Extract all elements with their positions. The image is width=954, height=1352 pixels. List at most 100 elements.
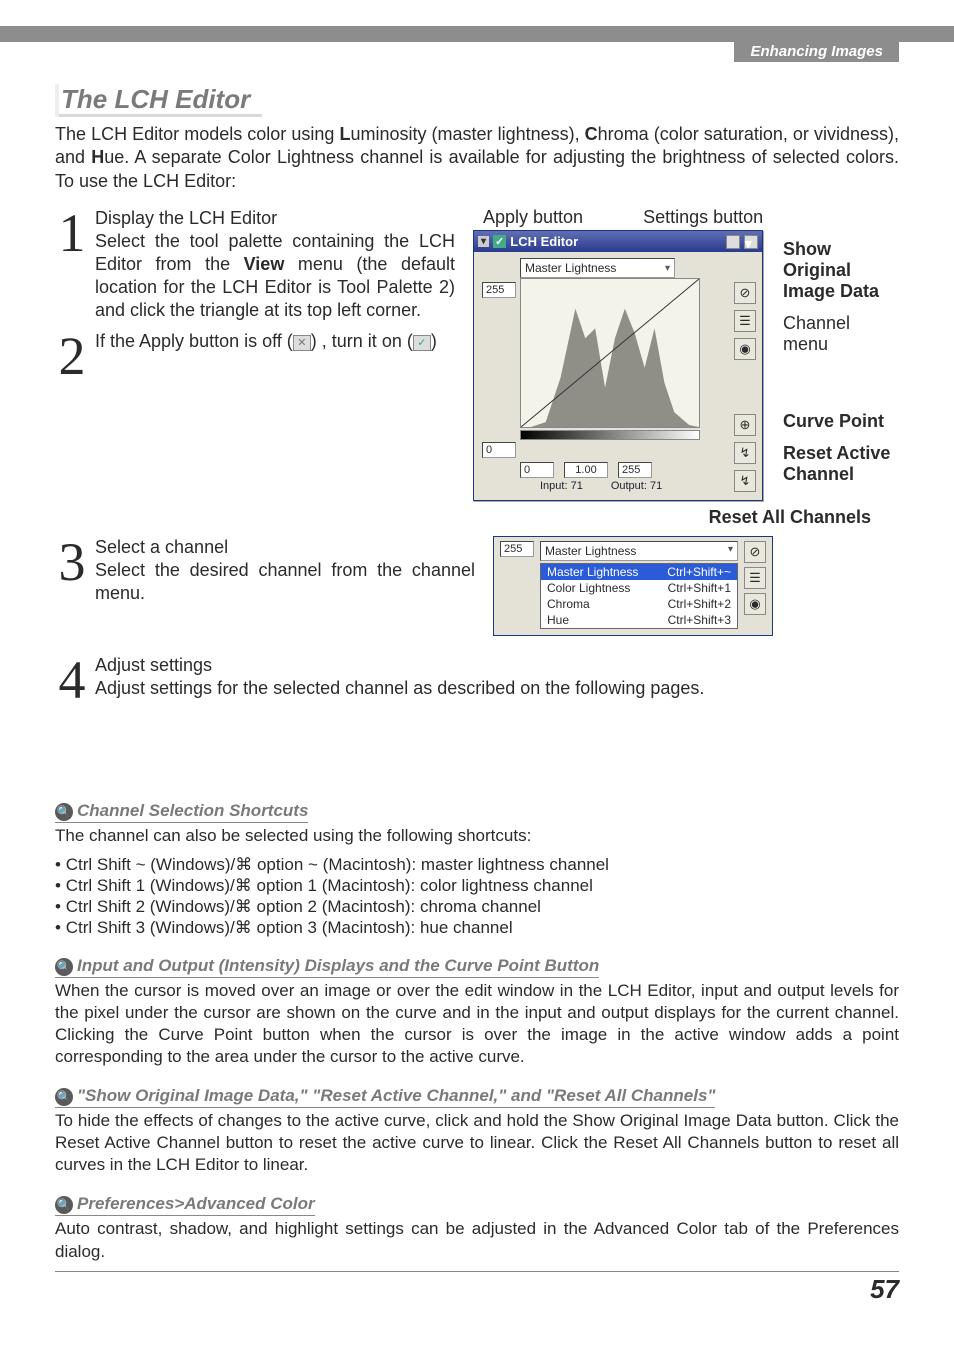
note-title: 🔍Preferences>Advanced Color xyxy=(55,1194,315,1216)
color-channel-button[interactable]: ◉ xyxy=(744,593,766,615)
channel-dropdown-closed[interactable]: Master Lightness ▾ xyxy=(540,541,738,561)
intro-text: The LCH Editor models color using xyxy=(55,124,339,144)
settings-button-label: Settings button xyxy=(643,207,763,228)
step-number: 1 xyxy=(55,207,89,254)
note-body: To hide the effects of changes to the ac… xyxy=(55,1110,899,1176)
circle-icon: ◉ xyxy=(749,596,760,612)
step-heading: Select a channel xyxy=(95,536,475,559)
dropdown-item-shortcut: Ctrl+Shift+1 xyxy=(668,581,731,595)
step-2: 2 If the Apply button is off (✕) , turn … xyxy=(55,330,455,377)
callout-curve-point: Curve Point xyxy=(783,411,884,431)
note-title: 🔍Input and Output (Intensity) Displays a… xyxy=(55,956,599,978)
step-heading: If the Apply button is off ( xyxy=(95,331,293,351)
magnifier-icon: 🔍 xyxy=(55,803,73,821)
note-title-text: Preferences>Advanced Color xyxy=(77,1194,315,1213)
apply-button-label: Apply button xyxy=(483,207,583,228)
channel-menu-button[interactable]: ☰ xyxy=(744,567,766,589)
range-gamma[interactable]: 1.00 xyxy=(564,462,608,478)
intro-paragraph: The LCH Editor models color using Lumino… xyxy=(55,123,899,193)
section-eyebrow: Enhancing Images xyxy=(734,41,899,62)
menu-name: View xyxy=(244,254,285,274)
color-channel-button[interactable]: ◉ xyxy=(734,338,756,360)
bars-icon: ☰ xyxy=(749,570,761,586)
bars-icon: ☰ xyxy=(739,313,751,329)
callout-reset-active: Reset Active Channel xyxy=(783,443,890,484)
intro-bold-l: L xyxy=(339,124,350,144)
note-body: Auto contrast, shadow, and highlight set… xyxy=(55,1218,899,1262)
channel-select-value: Master Lightness xyxy=(525,261,616,275)
output-readout: Output: 71 xyxy=(611,480,662,492)
note-title: 🔍"Show Original Image Data," "Reset Acti… xyxy=(55,1086,715,1108)
list-item: Ctrl Shift ~ (Windows)/⌘ option ~ (Macin… xyxy=(55,855,899,875)
intro-text: uminosity (master lightness), xyxy=(350,124,584,144)
note-title-text: Channel Selection Shortcuts xyxy=(77,801,308,820)
no-symbol-icon: ⊘ xyxy=(750,544,761,560)
magnifier-icon: 🔍 xyxy=(55,1196,73,1214)
range-max[interactable]: 255 xyxy=(618,462,652,478)
step-heading: ) xyxy=(431,331,437,351)
note-title-text: "Show Original Image Data," "Reset Activ… xyxy=(77,1086,715,1105)
reset-active-button[interactable]: ↯ xyxy=(734,442,756,464)
no-symbol-icon: ⊘ xyxy=(740,285,751,301)
gradient-bar xyxy=(520,430,700,440)
dropdown-item-label: Color Lightness xyxy=(547,581,630,595)
apply-toggle-icon[interactable]: ✓ xyxy=(493,235,506,248)
dropdown-item[interactable]: Master Lightness Ctrl+Shift+~ xyxy=(541,564,737,580)
palette-title: LCH Editor xyxy=(510,234,578,249)
channel-dropdown-panel: 255 Master Lightness ▾ Master Lightness … xyxy=(493,536,773,636)
channel-menu-button[interactable]: ☰ xyxy=(734,310,756,332)
step-heading: ) , turn it on ( xyxy=(311,331,413,351)
magnifier-icon: 🔍 xyxy=(55,958,73,976)
list-item: Ctrl Shift 1 (Windows)/⌘ option 1 (Macin… xyxy=(55,876,899,896)
lch-editor-palette: ▾ ✓ LCH Editor ▾ Master Lightness ▾ xyxy=(473,230,763,501)
palette-menu-icon[interactable]: ▾ xyxy=(744,235,758,249)
step-body-text: Select the desired channel from the chan… xyxy=(95,560,475,603)
dropdown-item[interactable]: Chroma Ctrl+Shift+2 xyxy=(541,596,737,612)
callout-show-original: Show Original Image Data xyxy=(783,239,879,300)
step-1: 1 Display the LCH Editor Select the tool… xyxy=(55,207,455,322)
lch-editor-figure: Apply button Settings button ▾ ✓ LCH Edi… xyxy=(473,207,899,528)
top-bar xyxy=(0,26,954,42)
show-original-button[interactable]: ⊘ xyxy=(744,541,766,563)
dropdown-item[interactable]: Hue Ctrl+Shift+3 xyxy=(541,612,737,628)
dropdown-item-label: Master Lightness xyxy=(547,565,638,579)
channel-dropdown-list[interactable]: Master Lightness Ctrl+Shift+~ Color Ligh… xyxy=(540,563,738,629)
channel-select[interactable]: Master Lightness ▾ xyxy=(520,258,675,278)
histogram-panel[interactable] xyxy=(520,278,700,428)
chevron-down-icon: ▾ xyxy=(728,544,733,558)
crosshair-icon: ⊕ xyxy=(740,417,751,433)
bottom-value-readout: 0 xyxy=(482,442,516,458)
intro-bold-h: H xyxy=(91,147,104,167)
list-item: Ctrl Shift 3 (Windows)/⌘ option 3 (Macin… xyxy=(55,918,899,938)
note-title: 🔍Channel Selection Shortcuts xyxy=(55,801,308,823)
collapse-triangle-icon[interactable]: ▾ xyxy=(478,236,489,247)
apply-on-icon: ✓ xyxy=(413,335,431,351)
show-original-button[interactable]: ⊘ xyxy=(734,282,756,304)
step-3: 3 Select a channel Select the desired ch… xyxy=(55,536,475,605)
curve-point-button[interactable]: ⊕ xyxy=(734,414,756,436)
page-number: 57 xyxy=(55,1271,899,1305)
dropdown-item-label: Chroma xyxy=(547,597,590,611)
palette-titlebar[interactable]: ▾ ✓ LCH Editor ▾ xyxy=(474,231,762,252)
dropdown-selected-value: Master Lightness xyxy=(545,544,636,558)
shortcut-list: Ctrl Shift ~ (Windows)/⌘ option ~ (Macin… xyxy=(55,855,899,938)
dropdown-item[interactable]: Color Lightness Ctrl+Shift+1 xyxy=(541,580,737,596)
apply-off-icon: ✕ xyxy=(293,335,311,351)
step-number: 4 xyxy=(55,654,89,701)
dropdown-item-label: Hue xyxy=(547,613,569,627)
intro-text: ue. A separate Color Lightness channel i… xyxy=(55,147,899,190)
step-heading: Display the LCH Editor xyxy=(95,207,455,230)
settings-menu-icon[interactable] xyxy=(726,235,740,249)
reset-all-button[interactable]: ↯ xyxy=(734,470,756,492)
note-body: The channel can also be selected using t… xyxy=(55,825,899,847)
dropdown-item-shortcut: Ctrl+Shift+2 xyxy=(668,597,731,611)
dropdown-item-shortcut: Ctrl+Shift+3 xyxy=(668,613,731,627)
circle-icon: ◉ xyxy=(739,341,750,357)
chevron-down-icon: ▾ xyxy=(665,263,670,274)
range-min[interactable]: 0 xyxy=(520,462,554,478)
callout-channel-menu: Channel menu xyxy=(783,313,899,354)
step-number: 3 xyxy=(55,536,89,583)
figure-callouts: Show Original Image Data Channel menu Cu… xyxy=(783,239,899,497)
reset-all-icon: ↯ xyxy=(740,473,751,489)
intro-bold-c: C xyxy=(585,124,598,144)
